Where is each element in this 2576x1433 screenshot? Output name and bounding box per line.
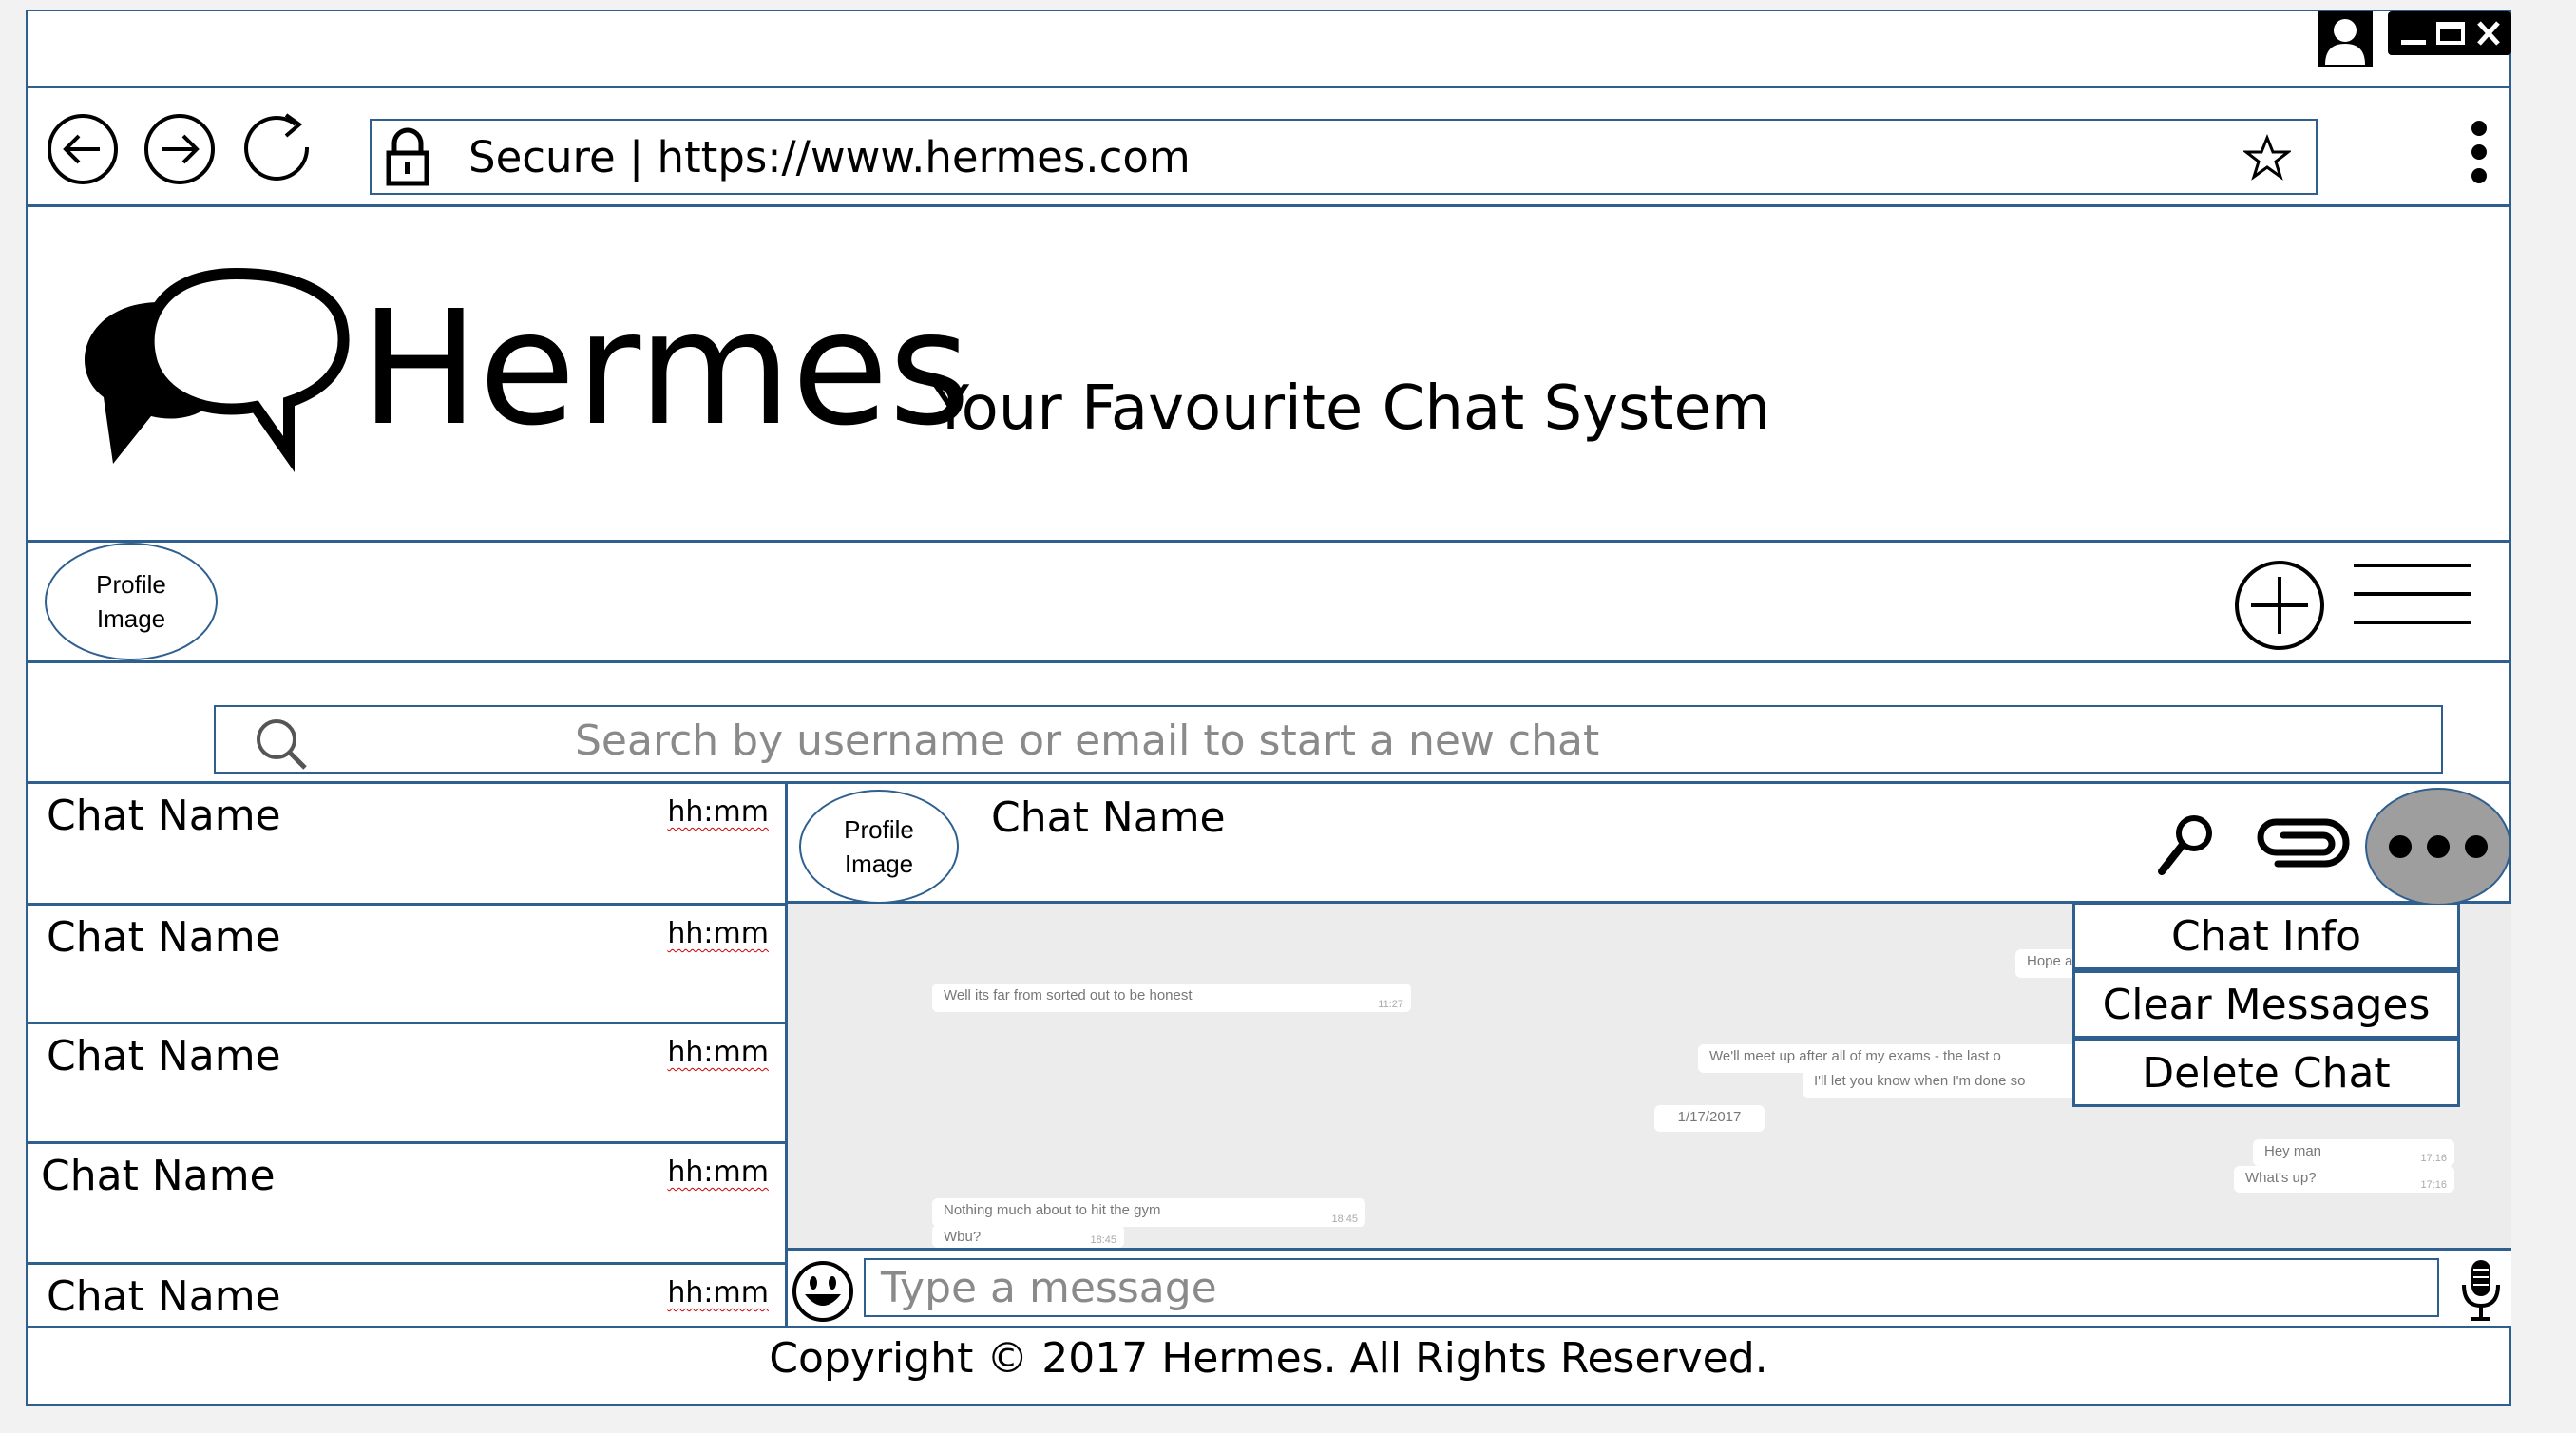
- browser-toolbar: Secure | https://www.hermes.com: [28, 88, 2509, 204]
- menu-item-clear-messages[interactable]: Clear Messages: [2072, 970, 2460, 1039]
- chat-options-menu: Chat Info Clear Messages Delete Chat: [2072, 904, 2460, 1109]
- kebab-menu-icon[interactable]: [2470, 119, 2489, 185]
- chat-list-item[interactable]: Chat Name hh:mm: [28, 1024, 788, 1144]
- chat-list-item[interactable]: Chat Name hh:mm: [28, 1144, 788, 1265]
- message-bubble: Well its far from sorted out to be hones…: [932, 984, 1411, 1012]
- message-bubble: What's up? 17:16: [2234, 1166, 2454, 1193]
- chat-time: hh:mm: [667, 795, 769, 829]
- menu-item-delete-chat[interactable]: Delete Chat: [2072, 1039, 2460, 1107]
- chat-list-item[interactable]: Chat Name hh:mm: [28, 906, 788, 1024]
- app-header: Hermes Your Favourite Chat System: [28, 207, 2509, 540]
- search-messages-icon[interactable]: [2156, 812, 2217, 875]
- browser-window: Secure | https://www.hermes.com Hermes Y…: [26, 10, 2511, 1406]
- chat-time: hh:mm: [667, 1276, 769, 1309]
- chat-name: Chat Name: [41, 1152, 276, 1200]
- contact-profile-image[interactable]: Profile Image: [799, 790, 959, 904]
- title-bar: [28, 11, 2511, 86]
- profile-label: Profile: [844, 815, 914, 844]
- date-text: 1/17/2017: [1677, 1109, 1742, 1125]
- back-arrow-icon[interactable]: [47, 113, 119, 185]
- address-separator: |: [629, 132, 644, 182]
- message-time: 17:16: [2420, 1179, 2447, 1191]
- chat-list-item[interactable]: Chat Name hh:mm: [28, 784, 788, 906]
- chat-name: Chat Name: [47, 792, 281, 840]
- message-bubble: Hey man 17:16: [2253, 1139, 2454, 1166]
- hamburger-menu-icon[interactable]: [2352, 562, 2473, 630]
- refresh-icon[interactable]: [240, 109, 316, 185]
- search-area: Search by username or email to start a n…: [28, 663, 2509, 781]
- profile-label: Image: [96, 604, 166, 633]
- maximize-icon[interactable]: [2433, 19, 2468, 48]
- profile-label: Profile: [96, 570, 166, 599]
- chat-list: Chat Name hh:mm Chat Name hh:mm Chat Nam…: [28, 784, 788, 1326]
- footer-copyright: Copyright © 2017 Hermes. All Rights Rese…: [769, 1334, 1768, 1383]
- profile-image[interactable]: Profile Image: [45, 543, 218, 660]
- chat-bubbles-logo-icon: [47, 264, 351, 473]
- chat-name: Chat Name: [47, 913, 281, 962]
- address-text: Secure | https://www.hermes.com: [468, 132, 1191, 182]
- conversation-chat-name: Chat Name: [991, 793, 1226, 842]
- message-text: We'll meet up after all of my exams - th…: [1709, 1048, 2001, 1064]
- message-text: Nothing much about to hit the gym: [944, 1202, 1161, 1218]
- forward-arrow-icon[interactable]: [143, 113, 216, 185]
- url-text: https://www.hermes.com: [657, 132, 1191, 182]
- conversation-header: Profile Image Chat Name: [788, 784, 2511, 906]
- emoji-icon[interactable]: [792, 1260, 854, 1323]
- star-bookmark-icon[interactable]: [2243, 134, 2291, 182]
- more-dots-icon: [2381, 832, 2495, 861]
- chat-time: hh:mm: [667, 1036, 769, 1069]
- app-name: Hermes: [360, 277, 971, 461]
- menu-item-chat-info[interactable]: Chat Info: [2072, 904, 2460, 970]
- search-input[interactable]: Search by username or email to start a n…: [214, 705, 2443, 774]
- message-bubble: Nothing much about to hit the gym 18:45: [932, 1198, 1365, 1227]
- user-icon[interactable]: [2318, 11, 2373, 67]
- close-icon[interactable]: [2471, 19, 2506, 48]
- search-icon: [254, 716, 309, 772]
- message-time: 17:16: [2420, 1153, 2447, 1164]
- message-time: 18:45: [1331, 1213, 1358, 1225]
- profile-label: Image: [844, 850, 914, 878]
- message-time: 11:27: [1378, 999, 1403, 1010]
- message-input[interactable]: Type a message: [864, 1258, 2439, 1317]
- message-text: Hey man: [2264, 1143, 2322, 1159]
- chat-name: Chat Name: [47, 1272, 281, 1321]
- minimize-icon[interactable]: [2397, 19, 2430, 48]
- chat-time: hh:mm: [667, 1156, 769, 1189]
- message-input-bar: Type a message: [788, 1248, 2511, 1326]
- user-bar: Profile Image: [28, 543, 2509, 660]
- message-bubble: Wbu? 18:45: [932, 1225, 1124, 1248]
- message-text: Wbu?: [944, 1229, 982, 1245]
- app-tagline: Your Favourite Chat System: [932, 373, 1771, 444]
- message-text: Well its far from sorted out to be hones…: [944, 987, 1193, 1003]
- message-input-placeholder: Type a message: [881, 1264, 1217, 1312]
- address-bar[interactable]: Secure | https://www.hermes.com: [370, 119, 2318, 195]
- message-text: What's up?: [2245, 1170, 2317, 1186]
- message-text: I'll let you know when I'm done so: [1814, 1073, 2026, 1089]
- messages-area: Hope a Well its far from sorted out to b…: [788, 904, 2511, 1248]
- paperclip-icon[interactable]: [2251, 812, 2354, 873]
- divider: [28, 1326, 2509, 1328]
- chat-list-item[interactable]: Chat Name hh:mm: [28, 1265, 788, 1326]
- window-controls: [2388, 11, 2511, 55]
- chat-name: Chat Name: [47, 1032, 281, 1080]
- message-time: 18:45: [1090, 1234, 1116, 1246]
- lock-icon: [381, 126, 434, 187]
- date-chip: 1/17/2017: [1654, 1105, 1765, 1132]
- search-placeholder: Search by username or email to start a n…: [575, 716, 1600, 765]
- secure-label: Secure: [468, 132, 616, 182]
- microphone-icon[interactable]: [2460, 1258, 2502, 1323]
- message-text: Hope a: [2027, 953, 2073, 969]
- new-chat-plus-icon[interactable]: [2234, 560, 2325, 651]
- more-options-button[interactable]: [2365, 788, 2511, 906]
- chat-time: hh:mm: [667, 917, 769, 950]
